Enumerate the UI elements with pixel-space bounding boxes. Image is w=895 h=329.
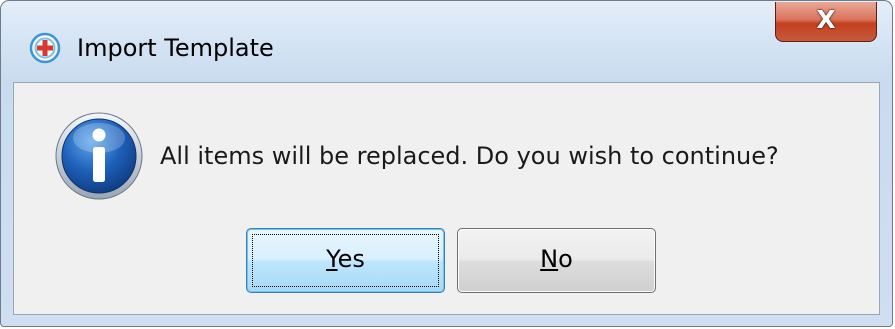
information-icon <box>55 112 143 200</box>
yes-mnemonic: Y <box>326 245 338 273</box>
yes-button[interactable]: Yes <box>246 228 445 293</box>
yes-label-rest: es <box>337 245 365 273</box>
close-button[interactable]: X <box>775 2 877 42</box>
template-app-icon <box>29 32 61 64</box>
no-button[interactable]: No <box>457 228 656 293</box>
dialog-message: All items will be replaced. Do you wish … <box>160 142 779 170</box>
yes-button-label: Yes <box>326 245 365 273</box>
dialog-body: All items will be replaced. Do you wish … <box>13 82 880 315</box>
title-bar[interactable]: Import Template X <box>1 1 892 81</box>
no-mnemonic: N <box>540 245 559 273</box>
close-icon: X <box>816 5 836 34</box>
dialog-window: Import Template X All items will be repl… <box>0 0 893 327</box>
no-label-rest: o <box>558 245 573 273</box>
window-title: Import Template <box>77 34 274 62</box>
no-button-label: No <box>540 245 573 273</box>
